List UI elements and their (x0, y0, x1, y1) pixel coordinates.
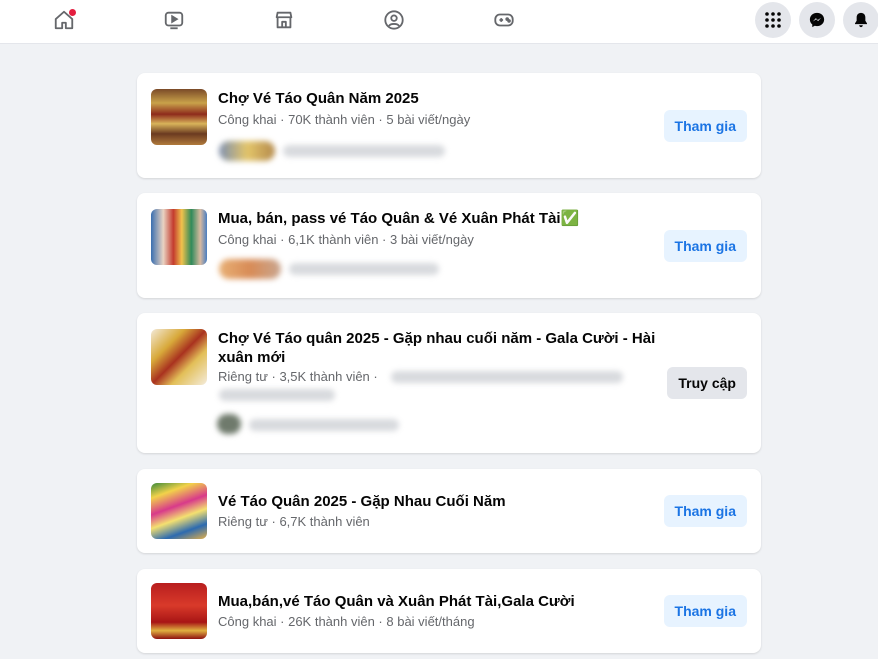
join-group-button[interactable]: Tham gia (663, 495, 747, 527)
friends-info-blurred (283, 145, 445, 157)
visit-group-button[interactable]: Truy cập (667, 367, 747, 399)
group-description-blurred (219, 389, 335, 401)
group-card: Chợ Vé Táo quân 2025 - Gặp nhau cuối năm… (137, 313, 761, 453)
watch-icon[interactable] (159, 7, 189, 33)
notification-dot (69, 9, 76, 16)
friends-info-blurred (249, 419, 399, 431)
join-group-button[interactable]: Tham gia (663, 110, 747, 142)
group-meta: Riêng tư · 6,7K thành viên (218, 514, 370, 529)
group-thumbnail[interactable] (151, 89, 207, 145)
group-name[interactable]: Chợ Vé Táo quân 2025 - Gặp nhau cuối năm… (218, 329, 668, 367)
top-navigation-bar (0, 0, 878, 44)
notifications-icon (855, 12, 867, 28)
group-thumbnail[interactable] (151, 483, 207, 539)
group-description-blurred (391, 371, 623, 383)
group-meta: Riêng tư · 3,5K thành viên · (218, 369, 378, 384)
group-name[interactable]: Chợ Vé Táo Quân Năm 2025 (218, 89, 658, 108)
group-card: Mua,bán,vé Táo Quân và Xuân Phát Tài,Gal… (137, 569, 761, 653)
notifications-button[interactable] (843, 2, 878, 38)
groups-icon[interactable] (379, 7, 409, 33)
group-name[interactable]: Mua,bán,vé Táo Quân và Xuân Phát Tài,Gal… (218, 592, 658, 611)
group-thumbnail[interactable] (151, 329, 207, 385)
group-card: Chợ Vé Táo Quân Năm 2025 Công khai · 70K… (137, 73, 761, 178)
member-avatars-blurred (219, 259, 281, 279)
menu-grid-button[interactable] (755, 2, 791, 38)
group-name[interactable]: Vé Táo Quân 2025 - Gặp Nhau Cuối Năm (218, 492, 658, 511)
join-group-button[interactable]: Tham gia (663, 230, 747, 262)
messenger-icon (809, 12, 825, 28)
member-avatars-blurred (219, 141, 275, 161)
messenger-button[interactable] (799, 2, 835, 38)
group-card: Mua, bán, pass vé Táo Quân & Vé Xuân Phá… (137, 193, 761, 298)
group-thumbnail[interactable] (151, 583, 207, 639)
home-icon[interactable] (49, 7, 79, 33)
group-meta: Công khai · 6,1K thành viên · 3 bài viết… (218, 232, 474, 247)
group-meta: Công khai · 70K thành viên · 5 bài viết/… (218, 112, 471, 127)
menu-grid-icon (765, 12, 781, 28)
group-meta: Công khai · 26K thành viên · 8 bài viết/… (218, 614, 475, 629)
group-card: Vé Táo Quân 2025 - Gặp Nhau Cuối Năm Riê… (137, 469, 761, 553)
group-name[interactable]: Mua, bán, pass vé Táo Quân & Vé Xuân Phá… (218, 209, 658, 228)
join-group-button[interactable]: Tham gia (663, 595, 747, 627)
friends-info-blurred (289, 263, 439, 275)
group-thumbnail[interactable] (151, 209, 207, 265)
member-avatars-blurred (217, 414, 241, 434)
marketplace-icon[interactable] (269, 7, 299, 33)
gaming-icon[interactable] (489, 7, 519, 33)
